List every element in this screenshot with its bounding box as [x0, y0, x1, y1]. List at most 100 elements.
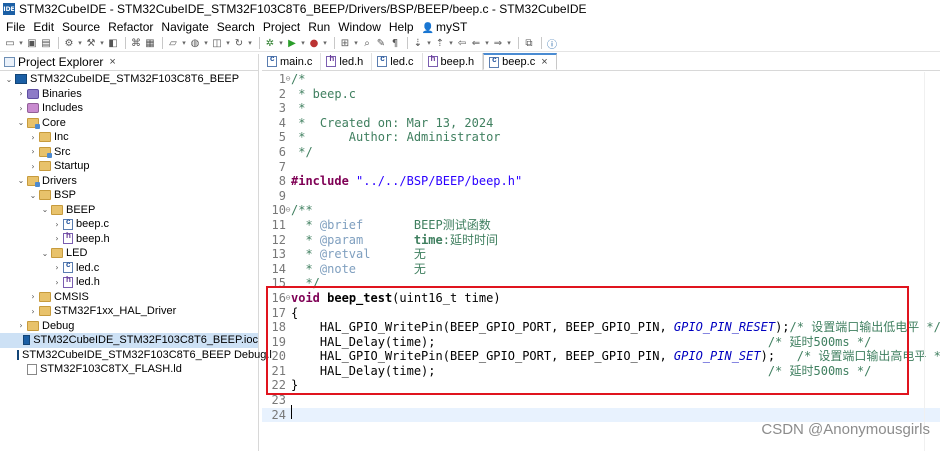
code-line[interactable]: 7 [262, 160, 940, 175]
forward-icon[interactable]: ⇒ [492, 37, 504, 49]
vertical-scrollbar[interactable] [924, 72, 940, 451]
chevron-down-icon[interactable]: ⌄ [16, 118, 26, 127]
tree-item[interactable]: ⌄ STM32CubeIDE_STM32F103C8T6_BEEP [0, 72, 258, 87]
menu-source[interactable]: Source [58, 20, 104, 34]
tree-item[interactable]: ⌄ BSP [0, 188, 258, 203]
debug-settings-icon[interactable]: ⌘ [130, 37, 142, 49]
chevron-right-icon[interactable]: › [28, 162, 38, 171]
menu-file[interactable]: File [2, 20, 29, 34]
code-line[interactable]: 10 ⊖/** [262, 203, 940, 218]
external-tools-icon[interactable]: ● [308, 37, 320, 49]
editor-tab[interactable]: led.c [372, 53, 423, 70]
tree-item[interactable]: › CMSIS [0, 290, 258, 305]
tree-item[interactable]: › led.h [0, 275, 258, 290]
chevron-down-icon[interactable]: ▾ [484, 37, 490, 49]
new-file-icon[interactable]: ◫ [211, 37, 223, 49]
code-line[interactable]: 16 ⊖ void beep_test(uint16_t time) [262, 291, 940, 306]
menu-run[interactable]: Run [304, 20, 334, 34]
tree-item[interactable]: ⌄ BEEP [0, 203, 258, 218]
menu-edit[interactable]: Edit [29, 20, 58, 34]
code-line[interactable]: 19 HAL_Delay(time); /* 延时500ms */ [262, 335, 940, 350]
code-line[interactable]: 22} [262, 378, 940, 393]
tree-item[interactable]: › Binaries [0, 87, 258, 102]
tree-item[interactable]: › Src [0, 145, 258, 160]
chevron-down-icon[interactable]: ▾ [225, 37, 231, 49]
code-line[interactable]: 14 * @note 无 [262, 262, 940, 277]
editor-tab[interactable]: beep.c × [483, 53, 557, 70]
chevron-down-icon[interactable]: ⌄ [40, 205, 50, 214]
save-all-icon[interactable]: ▤ [40, 37, 52, 49]
chevron-right-icon[interactable]: › [52, 220, 62, 229]
tree-item[interactable]: › STM32F1xx_HAL_Driver [0, 304, 258, 319]
tree-item[interactable]: STM32F103C8TX_FLASH.ld [0, 362, 258, 377]
code-line[interactable]: 4 * Created on: Mar 13, 2024 [262, 116, 940, 131]
chevron-down-icon[interactable]: ▾ [448, 37, 454, 49]
chevron-down-icon[interactable]: ▾ [99, 37, 105, 49]
tree-item[interactable]: › beep.h [0, 231, 258, 247]
chevron-down-icon[interactable]: ▾ [426, 37, 432, 49]
tree-item[interactable]: ⌄ Core [0, 116, 258, 131]
tree-item[interactable]: › Includes [0, 101, 258, 116]
menu-window[interactable]: Window [334, 20, 385, 34]
chevron-right-icon[interactable]: › [16, 89, 26, 98]
tree-item[interactable]: › Inc [0, 130, 258, 145]
menu-project[interactable]: Project [259, 20, 304, 34]
build-config-icon[interactable]: ⚙ [63, 37, 75, 49]
tree-item[interactable]: ⌄ LED [0, 246, 258, 261]
tree-item[interactable]: STM32CubeIDE_STM32F103C8T6_BEEP Debug.l [0, 348, 272, 363]
tree-item[interactable]: ⌄ Drivers [0, 174, 258, 189]
tree-item[interactable]: › beep.c [0, 217, 258, 232]
build-icon[interactable]: ⚒ [85, 37, 97, 49]
code-line[interactable]: 6 */ [262, 145, 940, 160]
chevron-right-icon[interactable]: › [52, 263, 62, 272]
code-line[interactable]: 18 HAL_GPIO_WritePin(BEEP_GPIO_PORT, BEE… [262, 320, 940, 335]
code-line[interactable]: 9 [262, 189, 940, 204]
code-line[interactable]: 11 * @brief BEEP测试函数 [262, 218, 940, 233]
menu-search[interactable]: Search [213, 20, 259, 34]
chevron-down-icon[interactable]: ▾ [18, 37, 24, 49]
chevron-down-icon[interactable]: ▾ [77, 37, 83, 49]
chevron-down-icon[interactable]: ▾ [181, 37, 187, 49]
info-icon[interactable]: ⓘ [546, 37, 558, 51]
chevron-down-icon[interactable]: ▾ [247, 37, 253, 49]
chevron-down-icon[interactable]: ▾ [278, 37, 284, 49]
chevron-right-icon[interactable]: › [52, 278, 62, 287]
code-line[interactable]: 17 { [262, 306, 940, 321]
chevron-right-icon[interactable]: › [16, 104, 26, 113]
chevron-right-icon[interactable]: › [28, 292, 38, 301]
menu-refactor[interactable]: Refactor [104, 20, 157, 34]
show-whitespace-icon[interactable]: ¶ [389, 37, 401, 49]
tree-item[interactable]: › Debug [0, 319, 258, 334]
chevron-down-icon[interactable]: ▾ [300, 37, 306, 49]
tree-item[interactable]: › Startup [0, 159, 258, 174]
code-editor[interactable]: 1 ⊖/* 2 * beep.c 3 * 4 * Created on: Mar 13,… [262, 72, 940, 451]
chevron-right-icon[interactable]: › [52, 234, 62, 243]
chevron-down-icon[interactable]: ▾ [203, 37, 209, 49]
save-icon[interactable]: ▣ [26, 37, 38, 49]
menu-help[interactable]: Help [385, 20, 418, 34]
refresh-icon[interactable]: ↻ [233, 37, 245, 49]
chevron-right-icon[interactable]: › [28, 133, 38, 142]
close-icon[interactable]: × [109, 56, 115, 68]
code-line[interactable]: 3 * [262, 101, 940, 116]
chevron-down-icon[interactable]: ▾ [353, 37, 359, 49]
editor-tab[interactable]: main.c [262, 53, 322, 70]
chevron-down-icon[interactable]: ⌄ [28, 191, 38, 200]
clean-icon[interactable]: ◧ [107, 37, 119, 49]
code-line[interactable]: 20 HAL_GPIO_WritePin(BEEP_GPIO_PORT, BEE… [262, 349, 940, 364]
new-icon[interactable]: ▭ [4, 37, 16, 49]
code-line[interactable]: 15 */ [262, 276, 940, 291]
code-line[interactable]: 1 ⊖/* [262, 72, 940, 87]
chevron-right-icon[interactable]: › [28, 147, 38, 156]
next-annotation-icon[interactable]: ⇣ [412, 37, 424, 49]
editor-tab[interactable]: beep.h [423, 53, 484, 70]
new-class-icon[interactable]: ◍ [189, 37, 201, 49]
editor-tab[interactable]: led.h [321, 53, 373, 70]
search-icon[interactable]: ⌕ [361, 37, 373, 49]
prev-annotation-icon[interactable]: ⇡ [434, 37, 446, 49]
close-icon[interactable]: × [541, 56, 547, 68]
last-edit-icon[interactable]: ⇦ [456, 37, 468, 49]
chevron-down-icon[interactable]: ⌄ [40, 249, 50, 258]
code-line[interactable]: 8 #include "../../BSP/BEEP/beep.h" [262, 174, 940, 189]
chevron-right-icon[interactable]: › [28, 307, 38, 316]
